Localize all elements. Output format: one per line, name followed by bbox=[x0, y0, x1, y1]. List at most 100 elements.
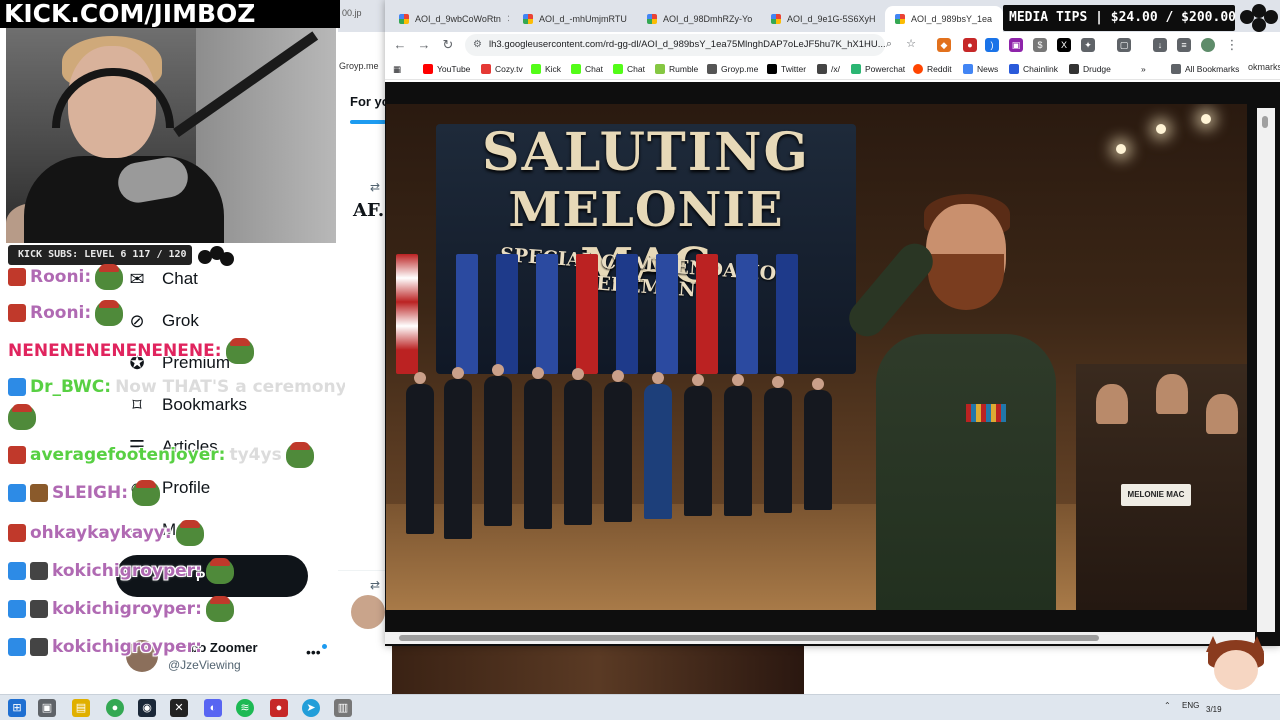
background-tab-fragment[interactable]: 00.jp bbox=[342, 8, 362, 18]
x-extension-icon[interactable]: X bbox=[1057, 38, 1071, 52]
vertical-scrollbar[interactable] bbox=[1257, 108, 1275, 632]
extensions-puzzle-icon[interactable]: ✦ bbox=[1081, 38, 1095, 52]
kick-icon bbox=[531, 64, 541, 74]
bookmark-groyp[interactable]: Groyp.me bbox=[707, 62, 758, 76]
webcam-feed bbox=[6, 28, 336, 243]
chat-message: SLEIGH: bbox=[8, 478, 160, 508]
tab-favicon-icon bbox=[771, 14, 781, 24]
task-view-icon[interactable]: ▣ bbox=[38, 699, 56, 717]
bookmark-youtube[interactable]: YouTube bbox=[423, 62, 470, 76]
discord-icon[interactable]: ◐ bbox=[204, 699, 222, 717]
youtube-icon bbox=[423, 64, 433, 74]
emote-icon bbox=[132, 480, 160, 506]
bookmark-label: Groyp.me bbox=[721, 64, 759, 74]
bookmark-twitter[interactable]: Twitter bbox=[767, 62, 806, 76]
profile-avatar-icon[interactable] bbox=[1201, 38, 1215, 52]
chat-message: Rooni: bbox=[8, 262, 124, 292]
x-icon bbox=[767, 64, 777, 74]
bookmark-news[interactable]: News bbox=[963, 62, 998, 76]
obs-icon[interactable]: ● bbox=[270, 699, 288, 717]
rumble-icon bbox=[655, 64, 665, 74]
browser-tab[interactable]: AOI_d_98DmhRZy-Yo ✕ bbox=[637, 6, 757, 32]
bookmark-label: Rumble bbox=[669, 64, 699, 74]
all-bookmarks-folder[interactable]: All Bookmarks bbox=[1171, 62, 1239, 76]
browser-tab[interactable]: AOI_d_-mhUmjmRTU ✕ bbox=[513, 6, 633, 32]
telegram-icon[interactable]: ➤ bbox=[302, 699, 320, 717]
tab-favicon-icon bbox=[895, 14, 905, 24]
chat-username: NENENENENENENENE: bbox=[8, 341, 222, 361]
post-avatar[interactable] bbox=[351, 595, 385, 629]
user-badge-icon bbox=[8, 268, 26, 286]
browser-tab[interactable]: AOI_d_9wbCoWoRtn ✕ bbox=[389, 6, 509, 32]
bookmark-label: YouTube bbox=[437, 64, 471, 74]
chat-username: Rooni: bbox=[30, 303, 92, 323]
user-badge-icon bbox=[30, 638, 48, 656]
bookmark-cozy[interactable]: Cozy.tv bbox=[481, 62, 523, 76]
steam-icon[interactable]: ◉ bbox=[138, 699, 156, 717]
bookmark-label: Powerchat bbox=[865, 64, 906, 74]
tab-for-you[interactable]: For yo bbox=[350, 94, 390, 109]
reading-list-icon[interactable]: ≡ bbox=[1177, 38, 1191, 52]
emote-icon bbox=[8, 404, 36, 430]
bookmark-kick[interactable]: Kick bbox=[531, 62, 561, 76]
chat-text: ty4ys bbox=[229, 445, 282, 465]
language-indicator[interactable]: ENG bbox=[1182, 701, 1199, 710]
emote-icon bbox=[95, 300, 124, 326]
extension-icon[interactable]: $ bbox=[1033, 38, 1047, 52]
bookmark-chat[interactable]: Chat bbox=[571, 62, 603, 76]
background-bookmark-groyp[interactable]: Groyp.me bbox=[339, 61, 379, 71]
download-icon[interactable]: ↓ bbox=[1153, 38, 1167, 52]
tab-search-icon[interactable]: ▢ bbox=[1117, 38, 1131, 52]
zoom-icon[interactable]: ⌕ bbox=[881, 36, 897, 52]
metamask-extension-icon[interactable]: ◆ bbox=[937, 38, 951, 52]
extension-icon[interactable]: ● bbox=[963, 38, 977, 52]
board-icon bbox=[817, 64, 827, 74]
chat-message: kokichigroyper: bbox=[8, 556, 234, 586]
reload-icon[interactable]: ↻ bbox=[439, 36, 457, 54]
post-media-image[interactable] bbox=[392, 642, 804, 694]
emote-icon bbox=[205, 558, 234, 584]
menu-icon[interactable]: ⋮ bbox=[1223, 36, 1241, 54]
forward-icon[interactable]: → bbox=[415, 36, 433, 54]
bookmark-label: Chainlink bbox=[1023, 64, 1058, 74]
emote-icon bbox=[95, 264, 124, 290]
chainlink-icon bbox=[1009, 64, 1019, 74]
tab-favicon-icon bbox=[647, 14, 657, 24]
repost-icon: ⇄ bbox=[370, 578, 381, 592]
bookmark-drudge[interactable]: Drudge bbox=[1069, 62, 1111, 76]
prime-badge-icon bbox=[8, 484, 26, 502]
stream-banner: KICK.COM/JIMBOZ bbox=[0, 0, 340, 28]
bookmark-reddit[interactable]: Reddit bbox=[913, 62, 952, 76]
spotify-icon[interactable]: ≋ bbox=[236, 699, 254, 717]
apps-icon[interactable]: ▦ bbox=[393, 62, 401, 76]
back-icon[interactable]: ← bbox=[391, 36, 409, 54]
tray-chevron-icon[interactable]: ⌃ bbox=[1164, 701, 1171, 710]
close-icon[interactable]: ✕ bbox=[507, 14, 509, 25]
user-badge-icon bbox=[8, 446, 26, 464]
windows-start-icon[interactable]: ⊞ bbox=[8, 699, 26, 717]
bookmark-chainlink[interactable]: Chainlink bbox=[1009, 62, 1058, 76]
file-explorer-icon[interactable]: ▤ bbox=[72, 699, 90, 717]
bookmark-rumble[interactable]: Rumble bbox=[655, 62, 698, 76]
bookmark-chat[interactable]: Chat bbox=[613, 62, 645, 76]
bookmark-x-board[interactable]: /x/ bbox=[817, 62, 840, 76]
browser-tab[interactable]: AOI_d_9e1G-5S6XyH ✕ bbox=[761, 6, 881, 32]
horizontal-scrollbar[interactable] bbox=[385, 632, 1255, 644]
audio-extension-icon[interactable]: ) bbox=[985, 38, 999, 52]
powerchat-icon bbox=[851, 64, 861, 74]
app-icon[interactable]: ▥ bbox=[334, 699, 352, 717]
bookmark-label: Cozy.tv bbox=[495, 64, 523, 74]
address-bar[interactable]: ⚙ lh3.googleusercontent.com/rd-gg-dl/AOI… bbox=[465, 34, 885, 56]
tab-for-you-indicator bbox=[350, 120, 386, 124]
star-icon[interactable]: ☆ bbox=[903, 36, 919, 52]
browser-tab-active[interactable]: AOI_d_989bsY_1ea bbox=[885, 6, 1003, 32]
clock-date[interactable]: 3/19 bbox=[1206, 705, 1222, 714]
bookmark-powerchat[interactable]: Powerchat bbox=[851, 62, 905, 76]
scrollbar-thumb[interactable] bbox=[399, 635, 1099, 641]
app-icon[interactable]: ✕ bbox=[170, 699, 188, 717]
scrollbar-thumb[interactable] bbox=[1262, 116, 1268, 128]
site-info-icon[interactable]: ⚙ bbox=[473, 34, 482, 56]
more-bookmarks-chevron-icon[interactable]: » bbox=[1141, 62, 1146, 76]
extension-icon[interactable]: ▣ bbox=[1009, 38, 1023, 52]
chrome-icon[interactable]: ● bbox=[106, 699, 124, 717]
